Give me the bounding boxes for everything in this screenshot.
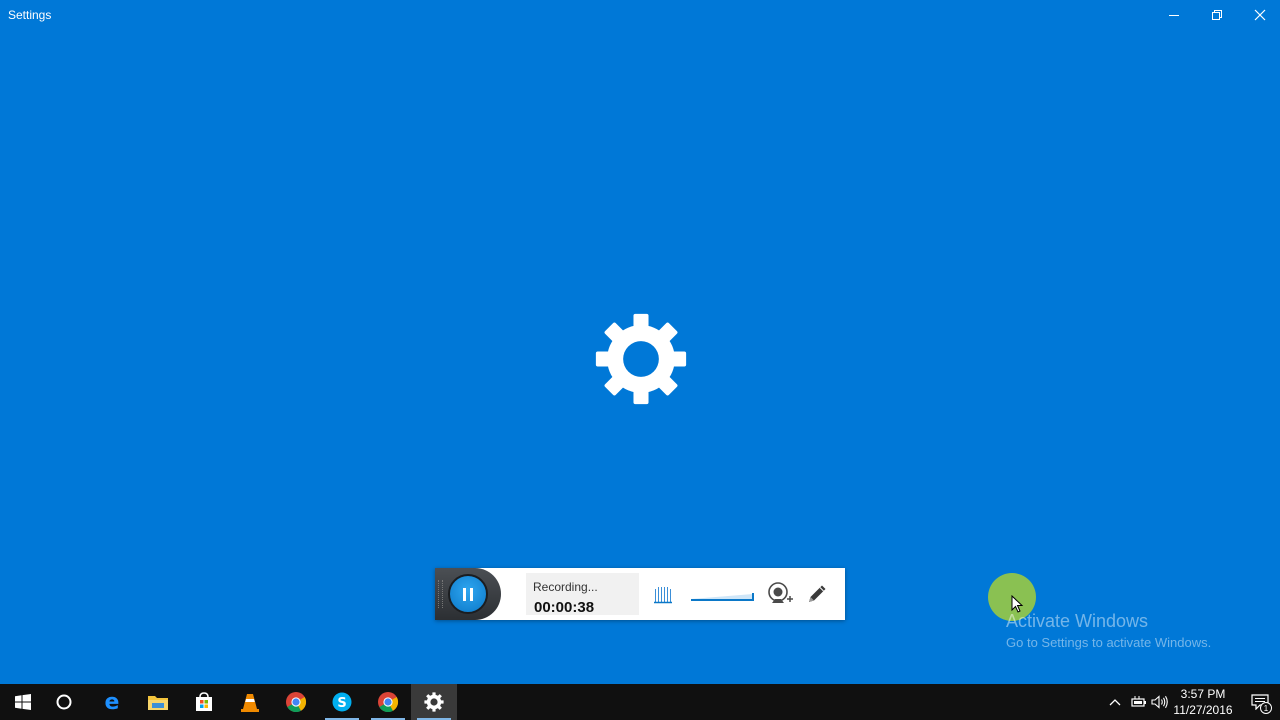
battery-plug-icon [1131,696,1146,707]
clock-time: 3:57 PM [1180,687,1226,701]
power-status-button[interactable] [1127,684,1149,720]
taskbar-chrome[interactable] [273,684,319,720]
restore-button[interactable] [1195,0,1239,30]
close-icon [1254,9,1266,21]
traffic-cone-icon [241,694,259,712]
pencil-icon [809,585,826,602]
taskbar-skype[interactable]: S [319,684,365,720]
volume-button[interactable] [1149,684,1171,720]
title-bar[interactable]: Settings [0,0,1280,30]
pause-icon [463,587,473,601]
windows-logo-icon [15,694,31,710]
window-title: Settings [8,8,52,22]
volume-slider[interactable] [691,581,755,607]
taskbar-file-explorer[interactable] [135,684,181,720]
action-center-button[interactable]: 1 [1240,684,1280,720]
edge-icon: e [105,691,120,713]
speaker-icon [1151,695,1168,709]
taskbar-edge[interactable]: e [89,684,135,720]
svg-text:S: S [337,696,346,711]
activation-watermark-subtitle: Go to Settings to activate Windows. [1006,635,1212,650]
start-button[interactable] [0,684,46,720]
svg-text:e: e [105,691,120,713]
taskbar-store[interactable] [181,684,227,720]
folder-icon [148,696,168,710]
recording-status-label: Recording... [533,580,598,594]
recording-timer: 00:00:38 [534,599,595,616]
volume-level-icon [691,593,754,601]
taskbar-chrome-2[interactable] [365,684,411,720]
webcam-toggle-button[interactable] [767,581,793,607]
chrome-icon [378,692,399,713]
webcam-icon [768,582,793,603]
taskbar: e S 3:57 PM 11/27/2016 1 [0,684,1280,720]
pause-recording-button[interactable] [448,574,488,614]
draw-annotation-button[interactable] [805,581,829,607]
taskbar-vlc[interactable] [227,684,273,720]
audio-level-icon [654,587,672,604]
minimize-icon [1169,15,1179,16]
clock-date: 11/27/2016 [1173,703,1233,717]
taskbar-settings[interactable] [411,684,457,720]
recording-status-panel: Recording... 00:00:38 [526,573,639,616]
chrome-icon [286,692,307,713]
restore-icon [1212,10,1222,20]
store-bag-icon [196,692,212,711]
notification-count-badge: 1 [1260,702,1272,714]
chevron-up-icon [1109,699,1121,706]
circle-icon [56,694,72,710]
recorder-control-panel [435,568,501,620]
close-button[interactable] [1238,0,1280,30]
drag-handle-icon[interactable] [438,580,443,608]
cortana-button[interactable] [41,684,87,720]
audio-level-indicator[interactable] [653,581,673,607]
settings-gear-icon [595,313,687,405]
show-hidden-icons-button[interactable] [1104,684,1126,720]
gear-icon [424,692,444,712]
minimize-button[interactable] [1152,0,1196,30]
activation-watermark-title: Activate Windows [1006,611,1149,631]
taskbar-clock[interactable]: 3:57 PM 11/27/2016 [1172,686,1234,720]
skype-icon: S [332,692,352,712]
screen-recorder-toolbar[interactable]: Recording... 00:00:38 [435,568,845,620]
